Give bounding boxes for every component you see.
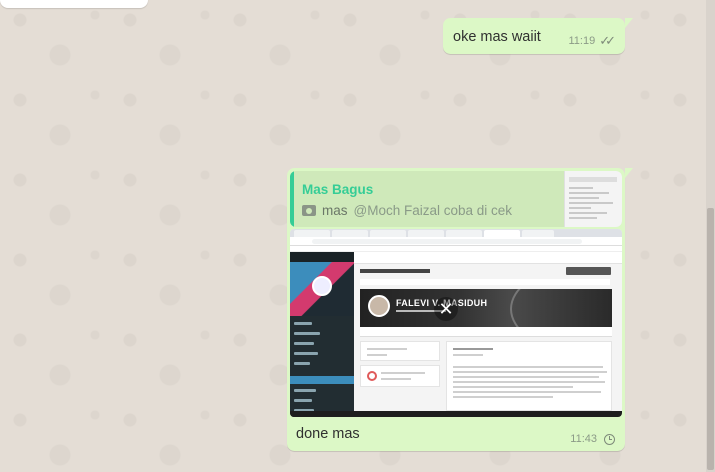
quoted-mention: @Moch Faizal coba di cek (353, 203, 513, 218)
close-icon: ✕ (434, 297, 458, 321)
message-meta: 11:43 (570, 433, 615, 445)
incoming-message-bubble[interactable] (0, 0, 148, 8)
admin-breadcrumb (360, 279, 610, 285)
scrollbar-thumb[interactable] (707, 208, 714, 470)
scrollbar-track[interactable] (706, 0, 715, 472)
admin-topbar (354, 252, 622, 264)
image-attachment[interactable]: FALEVI V. MASIDUH ✕ (290, 229, 622, 417)
message-caption: done mas (296, 426, 360, 442)
browser-address-bar (290, 237, 622, 246)
camera-icon (302, 205, 316, 216)
quoted-text-prefix: mas (322, 203, 348, 218)
admin-card (360, 365, 440, 387)
profile-banner: FALEVI V. MASIDUH (360, 289, 612, 327)
admin-sidebar (290, 252, 354, 417)
quote-accent-bar (290, 171, 294, 227)
message-time: 11:43 (570, 433, 597, 445)
profile-tabs (360, 327, 612, 337)
quoted-image-thumbnail (564, 171, 622, 227)
quoted-message[interactable]: Mas Bagus mas @Moch Faizal coba di cek (290, 171, 622, 227)
admin-card (360, 341, 440, 361)
bubble-tail (625, 18, 633, 28)
quoted-text: mas @Moch Faizal coba di cek (302, 203, 512, 218)
bubble-tail (625, 168, 633, 178)
outgoing-message-bubble[interactable]: Mas Bagus mas @Moch Faizal coba di cek F… (287, 168, 633, 451)
os-taskbar (290, 411, 622, 417)
message-meta: 11:19 ✓✓ (568, 33, 615, 49)
quoted-author: Mas Bagus (302, 182, 374, 197)
double-check-icon: ✓✓ (599, 33, 616, 48)
outgoing-message-bubble[interactable]: oke mas waiit 11:19 ✓✓ (443, 18, 633, 54)
admin-button (566, 267, 611, 275)
browser-tabs (290, 229, 622, 237)
message-text: oke mas waiit (453, 29, 541, 45)
admin-card (446, 341, 612, 411)
admin-page-title (360, 269, 430, 273)
message-time: 11:19 (568, 35, 596, 47)
clock-icon (604, 433, 615, 445)
